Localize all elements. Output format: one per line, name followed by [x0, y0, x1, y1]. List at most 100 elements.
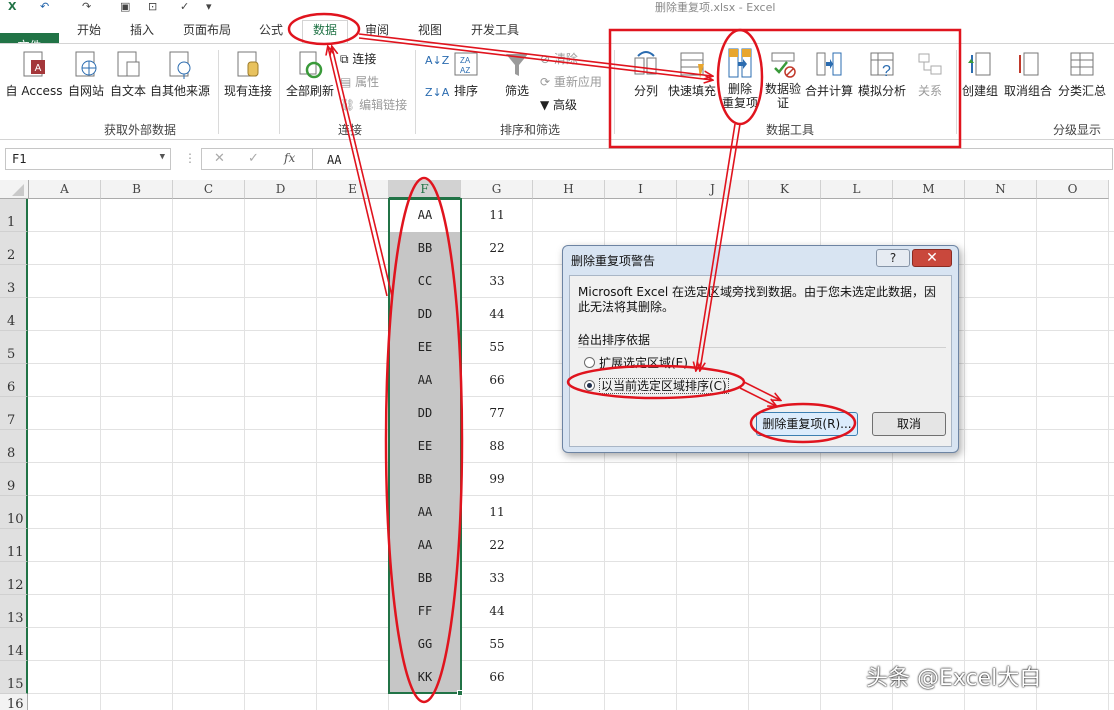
relationships-button[interactable]: 关系 — [910, 50, 950, 99]
consolidate-button[interactable]: 合并计算 — [804, 50, 854, 99]
row-header-11[interactable]: 11 — [0, 529, 28, 562]
cell-g15[interactable]: 66 — [461, 661, 533, 694]
flash-fill-button[interactable]: 快速填充 — [666, 50, 718, 99]
row-header-15[interactable]: 15 — [0, 661, 28, 694]
row-header-16[interactable]: 16 — [0, 694, 28, 710]
connections-button[interactable]: ⧉ 连接 — [340, 50, 376, 67]
spelling-icon[interactable]: ✓ — [180, 0, 189, 14]
column-header-o[interactable]: O — [1037, 180, 1109, 199]
from-other-sources-button[interactable]: 自其他来源 — [149, 50, 211, 99]
row-header-10[interactable]: 10 — [0, 496, 28, 529]
row-header-5[interactable]: 5 — [0, 331, 28, 364]
row-header-12[interactable]: 12 — [0, 562, 28, 595]
row-header-1[interactable]: 1 — [0, 199, 28, 232]
cell-g4[interactable]: 44 — [461, 298, 533, 331]
remove-duplicates-confirm-button[interactable]: 删除重复项(R)... — [756, 412, 858, 436]
column-header-l[interactable]: L — [821, 180, 893, 199]
cancel-button[interactable]: 取消 — [872, 412, 946, 436]
advanced-filter-button[interactable]: ▼ 高级 — [540, 96, 577, 113]
column-header-i[interactable]: I — [605, 180, 677, 199]
group-button[interactable]: 创建组 — [960, 50, 1000, 99]
radio-current[interactable] — [584, 380, 595, 391]
row-header-13[interactable]: 13 — [0, 595, 28, 628]
confirm-edit-icon[interactable]: ✓ — [248, 151, 259, 166]
column-header-f[interactable]: F — [389, 180, 461, 199]
column-header-c[interactable]: C — [173, 180, 245, 199]
row-header-9[interactable]: 9 — [0, 463, 28, 496]
row-header-8[interactable]: 8 — [0, 430, 28, 463]
name-box[interactable]: F1 ▼ — [5, 148, 171, 170]
row-header-7[interactable]: 7 — [0, 397, 28, 430]
from-text-button[interactable]: 自文本 — [108, 50, 148, 99]
row-header-3[interactable]: 3 — [0, 265, 28, 298]
cell-g3[interactable]: 33 — [461, 265, 533, 298]
chevron-down-icon[interactable]: ▼ — [160, 152, 165, 162]
edit-links-button[interactable]: ⛓ 编辑链接 — [340, 96, 407, 113]
customize-qat-icon[interactable]: ▾ — [206, 0, 212, 14]
tab-data[interactable]: 数据 — [302, 20, 348, 43]
cell-g6[interactable]: 66 — [461, 364, 533, 397]
row-header-4[interactable]: 4 — [0, 298, 28, 331]
text-to-columns-button[interactable]: 分列 — [624, 50, 668, 99]
cancel-edit-icon[interactable]: ✕ — [214, 151, 225, 166]
tab-insert[interactable]: 插入 — [127, 21, 157, 41]
column-header-a[interactable]: A — [29, 180, 101, 199]
column-header-e[interactable]: E — [317, 180, 389, 199]
what-if-analysis-button[interactable]: ? 模拟分析 — [856, 50, 908, 99]
from-access-button[interactable]: A 自 Access — [4, 50, 64, 99]
properties-button[interactable]: ▤ 属性 — [340, 73, 379, 90]
data-validation-button[interactable]: 数据验 证 — [763, 50, 803, 110]
cell-g10[interactable]: 11 — [461, 496, 533, 529]
cell-g12[interactable]: 33 — [461, 562, 533, 595]
existing-connections-button[interactable]: 现有连接 — [222, 50, 274, 99]
cell-g13[interactable]: 44 — [461, 595, 533, 628]
tab-formulas[interactable]: 公式 — [256, 21, 286, 41]
column-header-b[interactable]: B — [101, 180, 173, 199]
close-icon[interactable]: ✕ — [912, 249, 952, 267]
sort-button[interactable]: ZA AZ 排序 — [450, 50, 482, 99]
column-header-n[interactable]: N — [965, 180, 1037, 199]
cell-g8[interactable]: 88 — [461, 430, 533, 463]
help-button[interactable]: ? — [876, 249, 910, 267]
filter-button[interactable]: 筛选 — [500, 50, 534, 99]
tab-home[interactable]: 开始 — [74, 21, 104, 41]
save-icon[interactable]: ▣ — [120, 0, 130, 14]
column-header-h[interactable]: H — [533, 180, 605, 199]
cell-g1[interactable]: 11 — [461, 199, 533, 232]
tab-view[interactable]: 视图 — [415, 21, 445, 41]
subtotal-button[interactable]: 分类汇总 — [1055, 50, 1109, 99]
column-header-d[interactable]: D — [245, 180, 317, 199]
tab-developer[interactable]: 开发工具 — [468, 21, 522, 41]
column-header-m[interactable]: M — [893, 180, 965, 199]
sort-ascending-icon[interactable]: A↓Z — [425, 54, 449, 67]
formula-input[interactable]: AA — [313, 148, 1113, 170]
from-web-button[interactable]: 自网站 — [66, 50, 106, 99]
cell-g11[interactable]: 22 — [461, 529, 533, 562]
option-current-selection[interactable]: 以当前选定区域排序(C) — [584, 377, 729, 394]
cell-g9[interactable]: 99 — [461, 463, 533, 496]
column-header-g[interactable]: G — [461, 180, 533, 199]
tab-review[interactable]: 审阅 — [362, 21, 392, 41]
insert-function-icon[interactable]: fx — [284, 151, 295, 165]
cell-g2[interactable]: 22 — [461, 232, 533, 265]
option-expand-selection[interactable]: 扩展选定区域(E) — [584, 354, 688, 371]
fill-handle[interactable] — [457, 690, 463, 696]
clear-filter-button[interactable]: ⊘ 清除 — [540, 50, 578, 67]
undo-icon[interactable]: ↶ — [40, 0, 49, 14]
row-header-14[interactable]: 14 — [0, 628, 28, 661]
sort-descending-icon[interactable]: Z↓A — [425, 86, 449, 99]
refresh-all-button[interactable]: 全部刷新 — [284, 50, 336, 99]
row-header-2[interactable]: 2 — [0, 232, 28, 265]
remove-duplicates-button[interactable]: 删除 重复项 — [718, 46, 762, 110]
tab-page-layout[interactable]: 页面布局 — [180, 21, 234, 41]
column-header-j[interactable]: J — [677, 180, 749, 199]
column-header-k[interactable]: K — [749, 180, 821, 199]
cell-g5[interactable]: 55 — [461, 331, 533, 364]
select-all-corner[interactable] — [0, 180, 29, 199]
reapply-button[interactable]: ⟳ 重新应用 — [540, 73, 602, 90]
redo-icon[interactable]: ↷ — [82, 0, 91, 14]
row-header-6[interactable]: 6 — [0, 364, 28, 397]
cell-g7[interactable]: 77 — [461, 397, 533, 430]
ungroup-button[interactable]: 取消组合 — [1002, 50, 1054, 99]
radio-expand[interactable] — [584, 357, 595, 368]
